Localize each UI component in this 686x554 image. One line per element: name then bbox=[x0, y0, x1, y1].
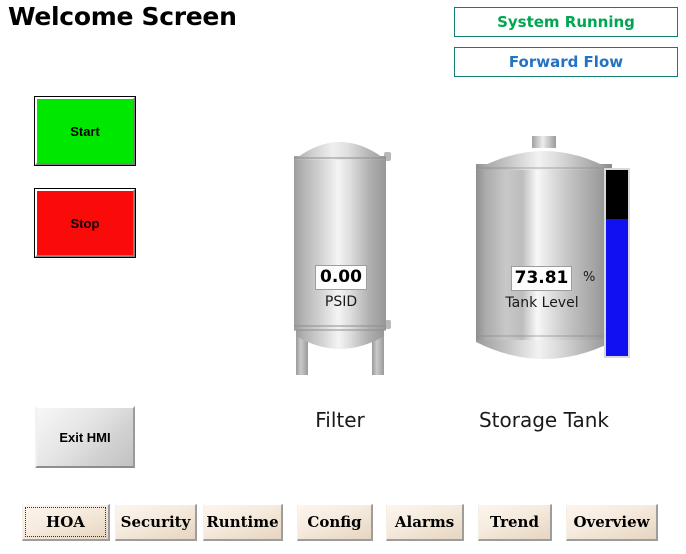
tank-level-unit: % bbox=[583, 270, 596, 285]
start-button[interactable]: Start bbox=[34, 96, 136, 166]
storage-tank-label: Storage Tank bbox=[478, 408, 610, 432]
tank-level-caption: Tank Level bbox=[505, 295, 579, 311]
exit-hmi-button-label: Exit HMI bbox=[59, 429, 111, 445]
tank-level-value: 73.81 bbox=[511, 266, 572, 291]
status-badge-forward-flow: Forward Flow bbox=[454, 47, 678, 77]
nav-tab-label: Security bbox=[120, 513, 191, 531]
nav-tab-overview[interactable]: Overview bbox=[566, 504, 658, 541]
filter-pressure-value: 0.00 bbox=[315, 265, 367, 290]
nav-tab-security[interactable]: Security bbox=[115, 504, 197, 541]
stop-button[interactable]: Stop bbox=[34, 188, 136, 258]
nav-tab-label: Config bbox=[307, 513, 362, 531]
stop-button-label: Stop bbox=[70, 215, 100, 231]
nav-tab-alarms[interactable]: Alarms bbox=[386, 504, 464, 541]
start-button-label: Start bbox=[70, 123, 100, 139]
filter-label: Filter bbox=[315, 408, 365, 432]
status-flow-label: Forward Flow bbox=[508, 53, 624, 71]
status-badge-system-running: System Running bbox=[454, 7, 678, 37]
nav-tab-label: Runtime bbox=[206, 513, 279, 531]
page-title: Welcome Screen bbox=[8, 2, 237, 31]
nav-tab-config[interactable]: Config bbox=[297, 504, 373, 541]
filter-pressure-caption: PSID bbox=[324, 294, 358, 310]
nav-tab-runtime[interactable]: Runtime bbox=[203, 504, 283, 541]
nav-tab-label: HOA bbox=[46, 513, 85, 531]
nav-tab-label: Trend bbox=[490, 513, 539, 531]
nav-tab-hoa[interactable]: HOA bbox=[22, 504, 110, 541]
tank-level-fill bbox=[606, 218, 628, 356]
storage-tank-graphic bbox=[470, 136, 618, 374]
tank-level-bar bbox=[604, 168, 630, 358]
nav-tab-trend[interactable]: Trend bbox=[478, 504, 552, 541]
filter-vessel-graphic bbox=[280, 130, 400, 377]
nav-tab-label: Alarms bbox=[394, 513, 455, 531]
exit-hmi-button[interactable]: Exit HMI bbox=[35, 406, 135, 468]
status-running-label: System Running bbox=[497, 13, 635, 31]
nav-tab-label: Overview bbox=[573, 513, 650, 531]
bottom-navigation-bar: HOA Security Runtime Config Alarms Trend Overv… bbox=[0, 504, 686, 554]
